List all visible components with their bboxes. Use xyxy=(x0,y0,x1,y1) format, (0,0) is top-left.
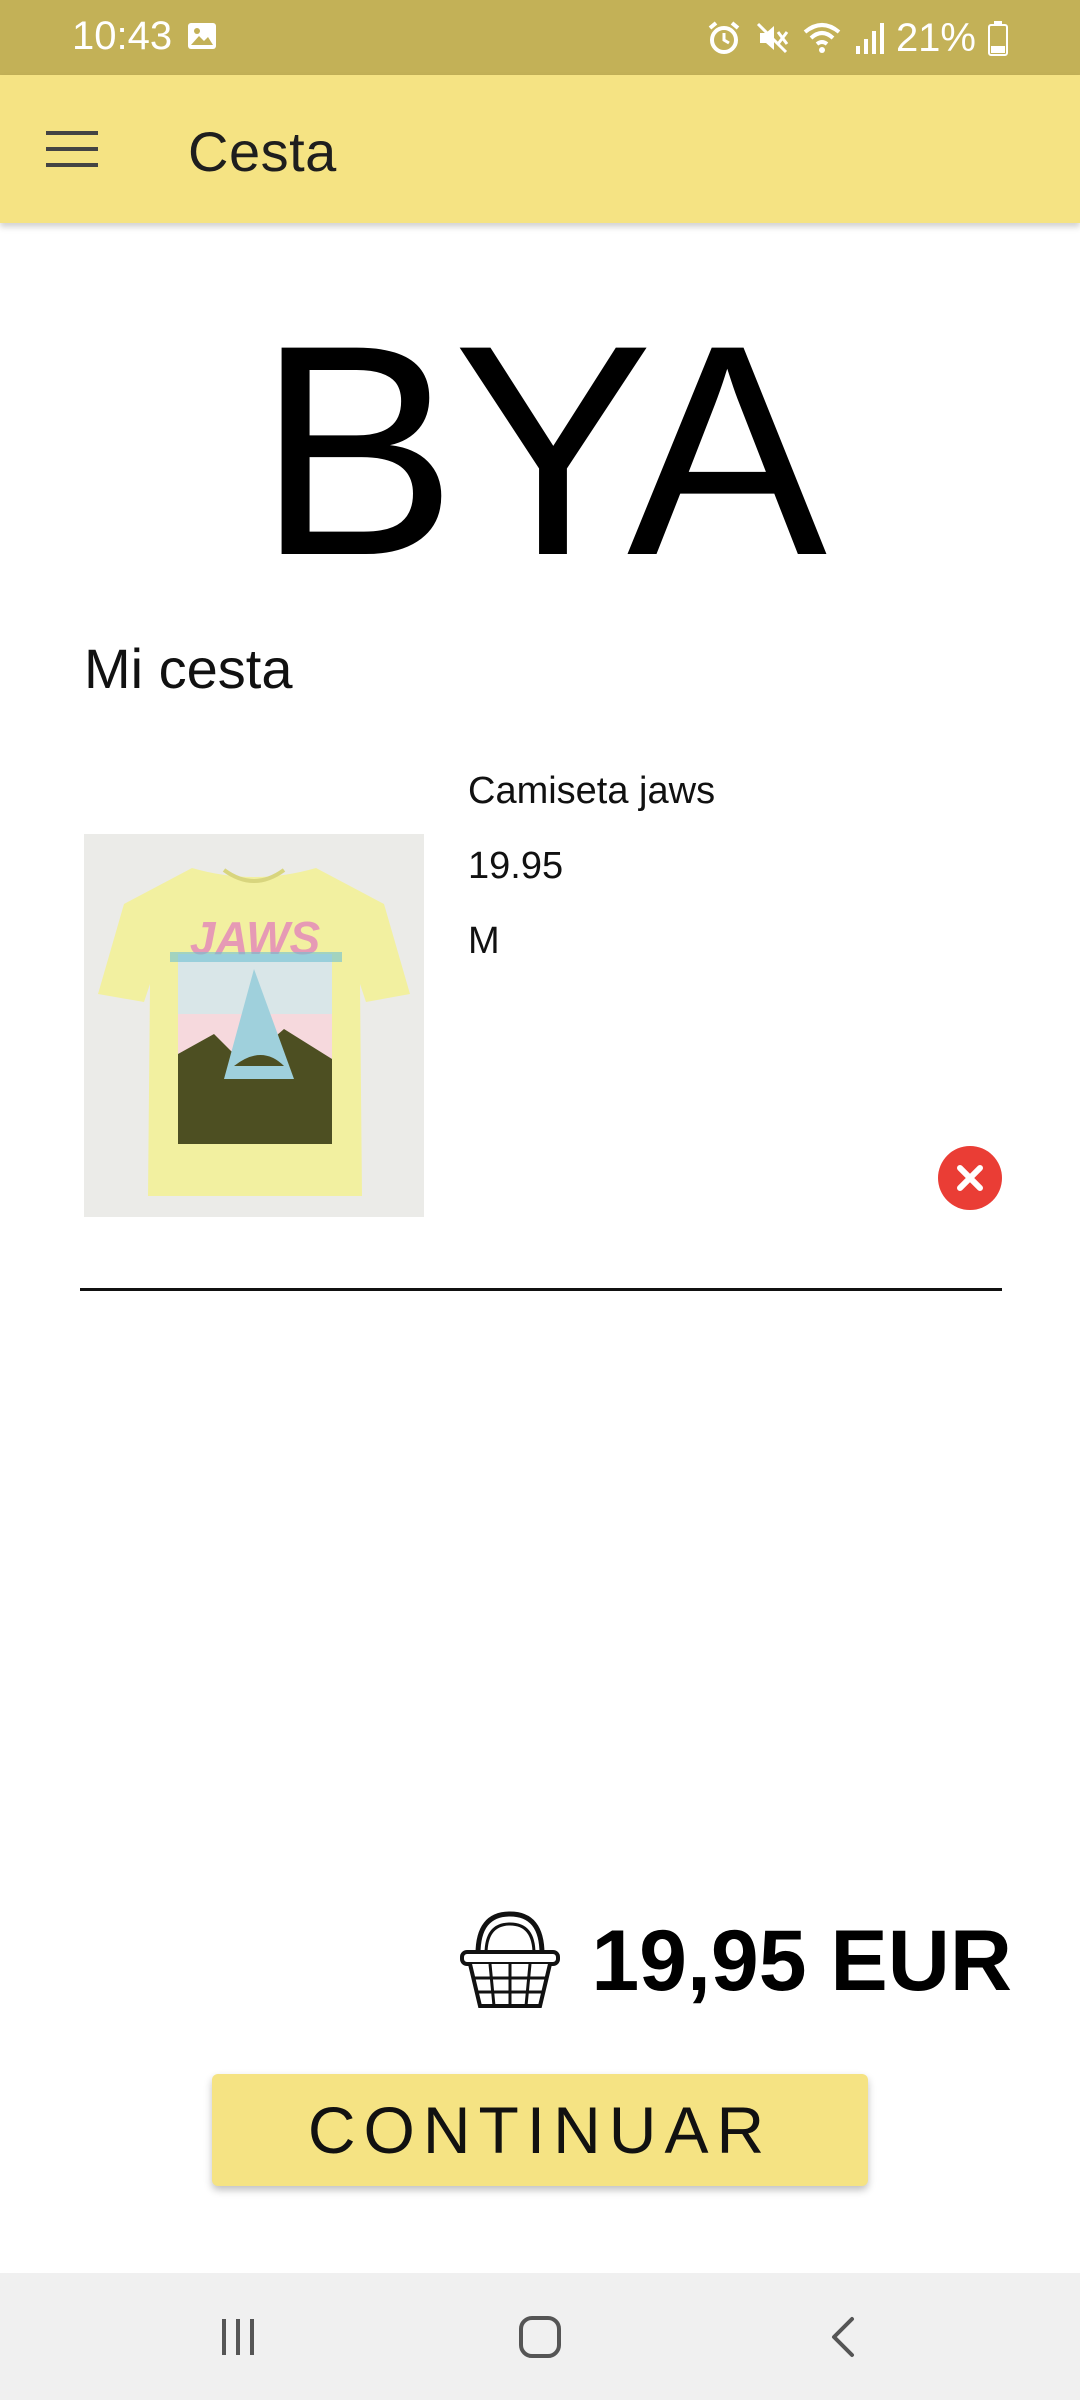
section-title: Mi cesta xyxy=(84,637,293,700)
back-icon[interactable] xyxy=(824,2315,864,2359)
alarm-icon xyxy=(708,21,740,54)
divider xyxy=(80,1288,1002,1291)
hamburger-menu-icon[interactable] xyxy=(46,129,98,169)
page-title: Cesta xyxy=(188,120,337,183)
cart-total: 19,95 EUR xyxy=(591,1913,1012,2009)
navigation-bar xyxy=(0,2273,1080,2400)
item-size: M xyxy=(468,920,500,962)
wifi-icon xyxy=(803,23,841,53)
image-icon xyxy=(188,23,216,49)
signal-icon xyxy=(855,23,884,54)
battery-icon xyxy=(988,21,1008,56)
mute-icon xyxy=(756,22,789,54)
status-time: 10:43 xyxy=(72,14,173,58)
status-bar: 10:43 21% xyxy=(0,0,1080,75)
status-icons: 21% xyxy=(706,14,1008,62)
product-image: JAWS xyxy=(84,834,424,1217)
continue-button[interactable]: CONTINUAR xyxy=(212,2074,868,2186)
recents-icon[interactable] xyxy=(218,2317,258,2357)
battery-percent: 21% xyxy=(895,15,976,60)
brand-logo: BYA xyxy=(256,282,827,618)
remove-item-button[interactable] xyxy=(938,1146,1002,1210)
item-price: 19.95 xyxy=(468,845,564,887)
item-name: Camiseta jaws xyxy=(468,770,716,812)
app-screen: 10:43 21% Cesta BYA Mi cesta JAWS Camise… xyxy=(0,0,1080,2400)
app-bar: Cesta xyxy=(0,75,1080,223)
basket-icon xyxy=(460,1911,560,2008)
close-icon xyxy=(957,1165,983,1191)
home-icon[interactable] xyxy=(518,2315,562,2359)
